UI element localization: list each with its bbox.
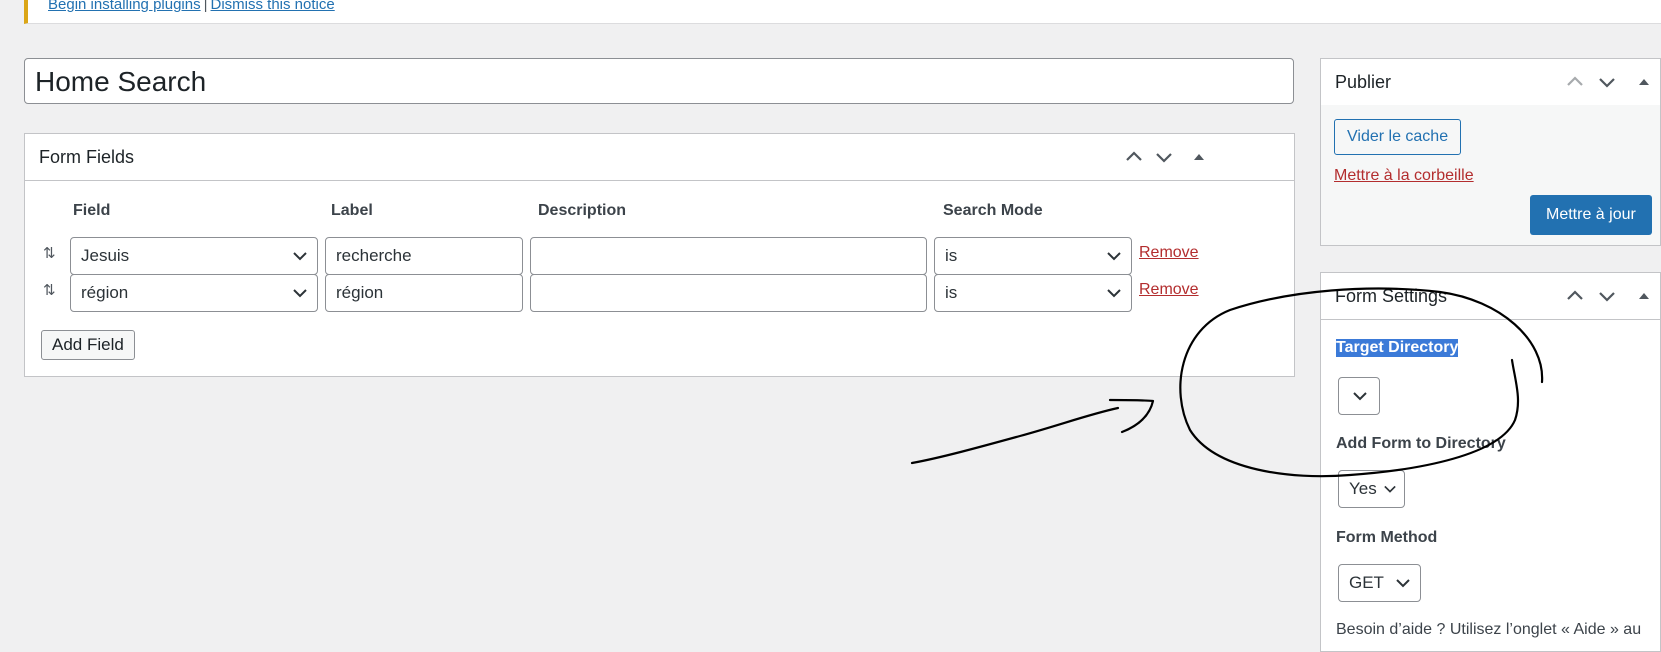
publish-body: Vider le cache Mettre à la corbeille Met… xyxy=(1321,105,1660,245)
notice-separator: | xyxy=(203,0,208,13)
move-down-icon[interactable] xyxy=(1596,72,1618,92)
update-button[interactable]: Mettre à jour xyxy=(1530,195,1652,235)
field-select[interactable]: Jesuis xyxy=(70,237,318,275)
move-up-icon[interactable] xyxy=(1123,147,1145,167)
add-form-value: Yes xyxy=(1349,479,1377,498)
move-up-icon[interactable] xyxy=(1564,286,1586,306)
clear-cache-button[interactable]: Vider le cache xyxy=(1334,119,1462,155)
target-directory-select[interactable] xyxy=(1338,377,1380,415)
publish-header: Publier xyxy=(1321,59,1660,106)
form-method-select[interactable]: GET xyxy=(1338,564,1421,602)
column-header-search-mode: Search Mode xyxy=(943,202,1043,219)
collapse-toggle-icon[interactable] xyxy=(1633,286,1655,306)
column-header-field: Field xyxy=(73,202,111,219)
remove-link[interactable]: Remove xyxy=(1139,244,1199,262)
form-fields-header: Form Fields xyxy=(25,134,1294,181)
label-input[interactable]: recherche xyxy=(325,237,523,275)
form-method-value: GET xyxy=(1349,573,1384,592)
move-up-icon[interactable] xyxy=(1564,72,1586,92)
column-header-label: Label xyxy=(331,202,373,219)
form-settings-header: Form Settings xyxy=(1321,273,1660,320)
post-title-input[interactable]: Home Search xyxy=(24,58,1294,104)
field-select[interactable]: région xyxy=(70,274,318,312)
help-text: Besoin d’aide ? Utilisez l’onglet « Aide… xyxy=(1336,621,1642,638)
search-mode-value: is xyxy=(945,283,958,302)
begin-installing-link[interactable]: Begin installing plugins xyxy=(48,0,201,13)
publish-box: Publier Vider le cache Mettre à la corbe… xyxy=(1320,58,1661,246)
add-form-to-directory-label: Add Form to Directory xyxy=(1336,435,1506,452)
chevron-down-icon xyxy=(293,252,307,261)
column-header-description: Description xyxy=(538,202,627,219)
chevron-down-icon xyxy=(1107,289,1121,298)
form-fields-title: Form Fields xyxy=(39,147,135,167)
add-field-button[interactable]: Add Field xyxy=(41,330,135,360)
collapse-toggle-icon[interactable] xyxy=(1188,147,1210,167)
notice-links: Begin installing plugins | Dismiss this no… xyxy=(48,0,335,13)
search-mode-value: is xyxy=(945,246,958,265)
description-input[interactable] xyxy=(530,237,927,275)
form-method-label: Form Method xyxy=(1336,529,1438,546)
add-form-to-directory-select[interactable]: Yes xyxy=(1338,470,1405,508)
chevron-down-icon xyxy=(1384,485,1396,493)
collapse-toggle-icon[interactable] xyxy=(1633,72,1655,92)
search-mode-select[interactable]: is xyxy=(934,274,1132,312)
dismiss-notice-link[interactable]: Dismiss this notice xyxy=(211,0,335,13)
field-select-value: Jesuis xyxy=(81,246,130,265)
admin-notice: Begin installing plugins | Dismiss this no… xyxy=(24,0,1661,24)
form-settings-title: Form Settings xyxy=(1335,286,1448,306)
label-input[interactable]: région xyxy=(325,274,523,312)
drag-sort-icon[interactable]: ⇅ xyxy=(43,244,56,262)
search-mode-select[interactable]: is xyxy=(934,237,1132,275)
form-settings-box: Form Settings Target Directory Add Form … xyxy=(1320,272,1661,652)
field-select-value: région xyxy=(81,283,129,302)
annotation-arrow xyxy=(910,398,1155,465)
drag-sort-icon[interactable]: ⇅ xyxy=(43,281,56,299)
chevron-down-icon xyxy=(1107,252,1121,261)
chevron-down-icon xyxy=(1396,579,1410,588)
publish-title: Publier xyxy=(1335,72,1392,92)
form-fields-box: Form Fields Field Label Description Sear… xyxy=(24,133,1295,377)
target-directory-label: Target Directory xyxy=(1336,339,1459,357)
move-down-icon[interactable] xyxy=(1153,147,1175,167)
remove-link[interactable]: Remove xyxy=(1139,281,1199,299)
move-to-trash-link[interactable]: Mettre à la corbeille xyxy=(1334,167,1474,185)
description-input[interactable] xyxy=(530,274,927,312)
chevron-down-icon xyxy=(1353,392,1367,401)
chevron-down-icon xyxy=(293,289,307,298)
move-down-icon[interactable] xyxy=(1596,286,1618,306)
